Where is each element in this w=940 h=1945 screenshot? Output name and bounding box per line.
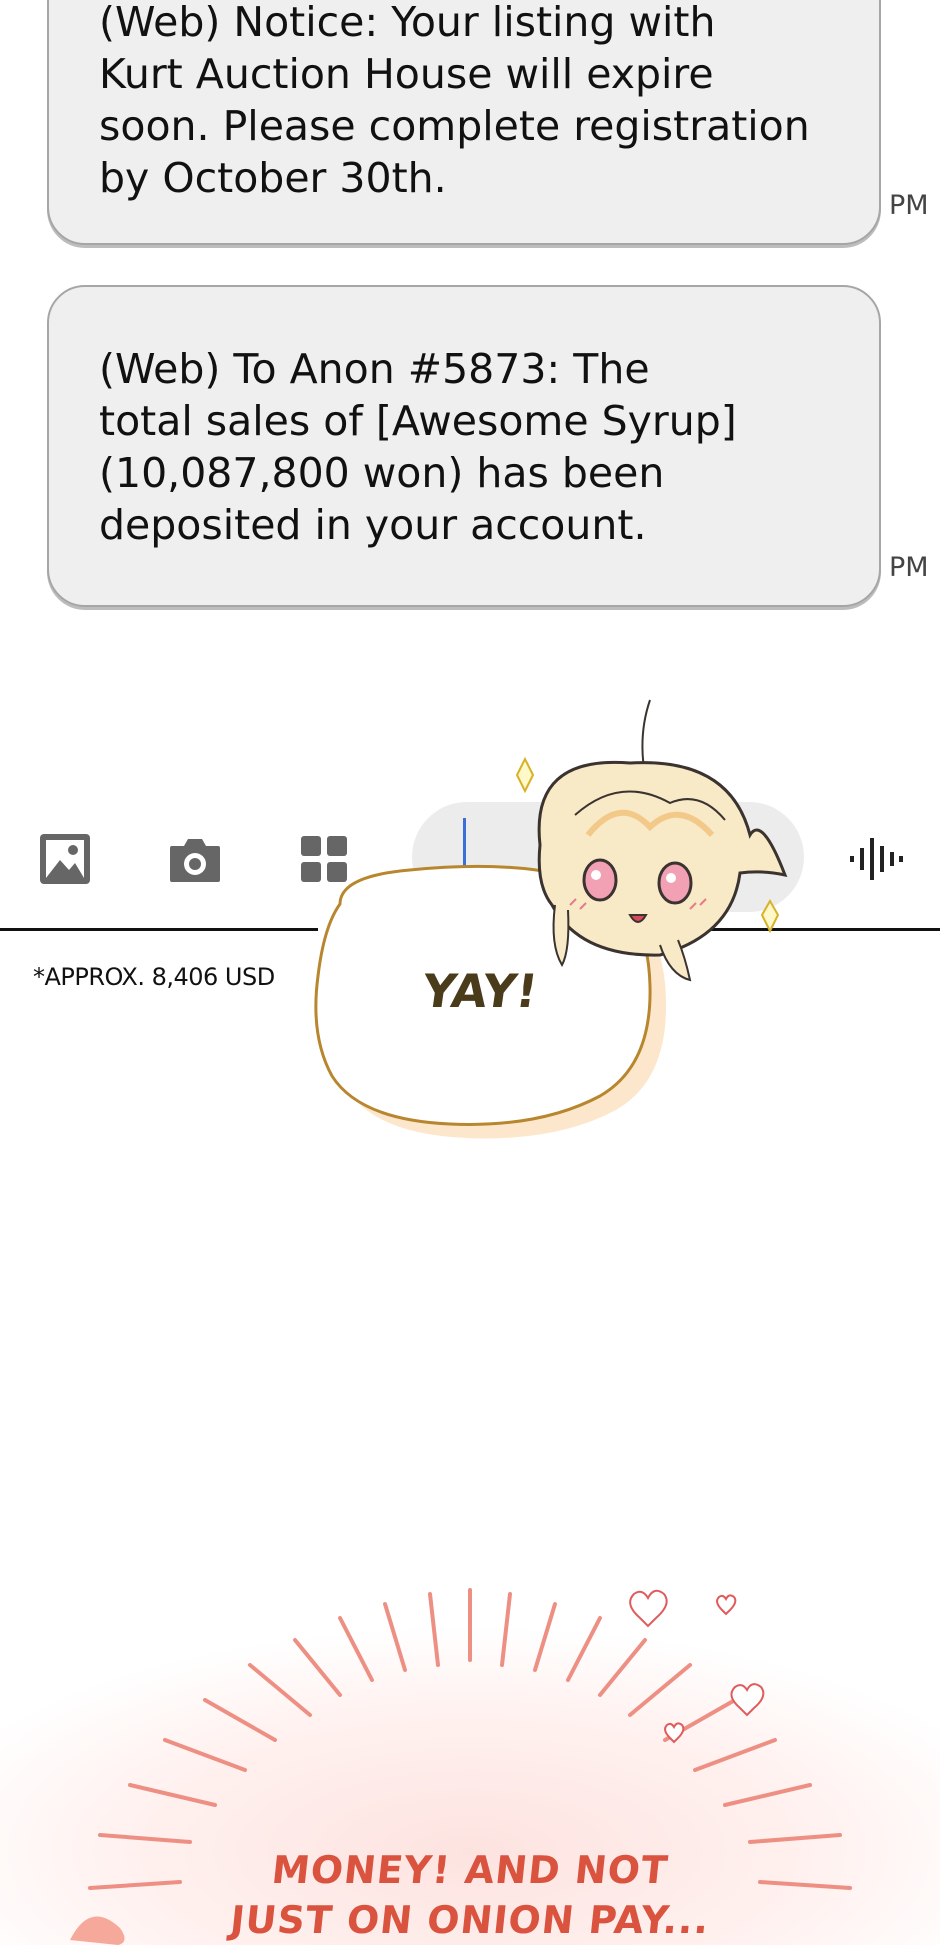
message-bubble: (Web) To Anon #5873: The total sales of … <box>47 285 881 607</box>
currency-footnote: *APPROX. 8,406 USD <box>33 963 275 991</box>
message-time: PM <box>889 190 929 221</box>
caption-line: MONEY! AND NOT <box>269 1848 671 1892</box>
message-text: (Web) To Anon #5873: The total sales of … <box>99 345 737 549</box>
message-time: PM <box>889 552 929 583</box>
chibi-character <box>515 699 788 982</box>
caption-line: JUST ON ONION PAY... <box>228 1898 712 1942</box>
divider-line <box>0 928 318 931</box>
message-text: (Web) Notice: Your listing with Kurt Auc… <box>99 0 810 202</box>
message-bubble: (Web) Notice: Your listing with Kurt Auc… <box>47 0 881 245</box>
camera-icon[interactable] <box>168 836 222 884</box>
voice-waveform-icon[interactable] <box>848 836 904 882</box>
image-icon[interactable] <box>38 832 92 886</box>
